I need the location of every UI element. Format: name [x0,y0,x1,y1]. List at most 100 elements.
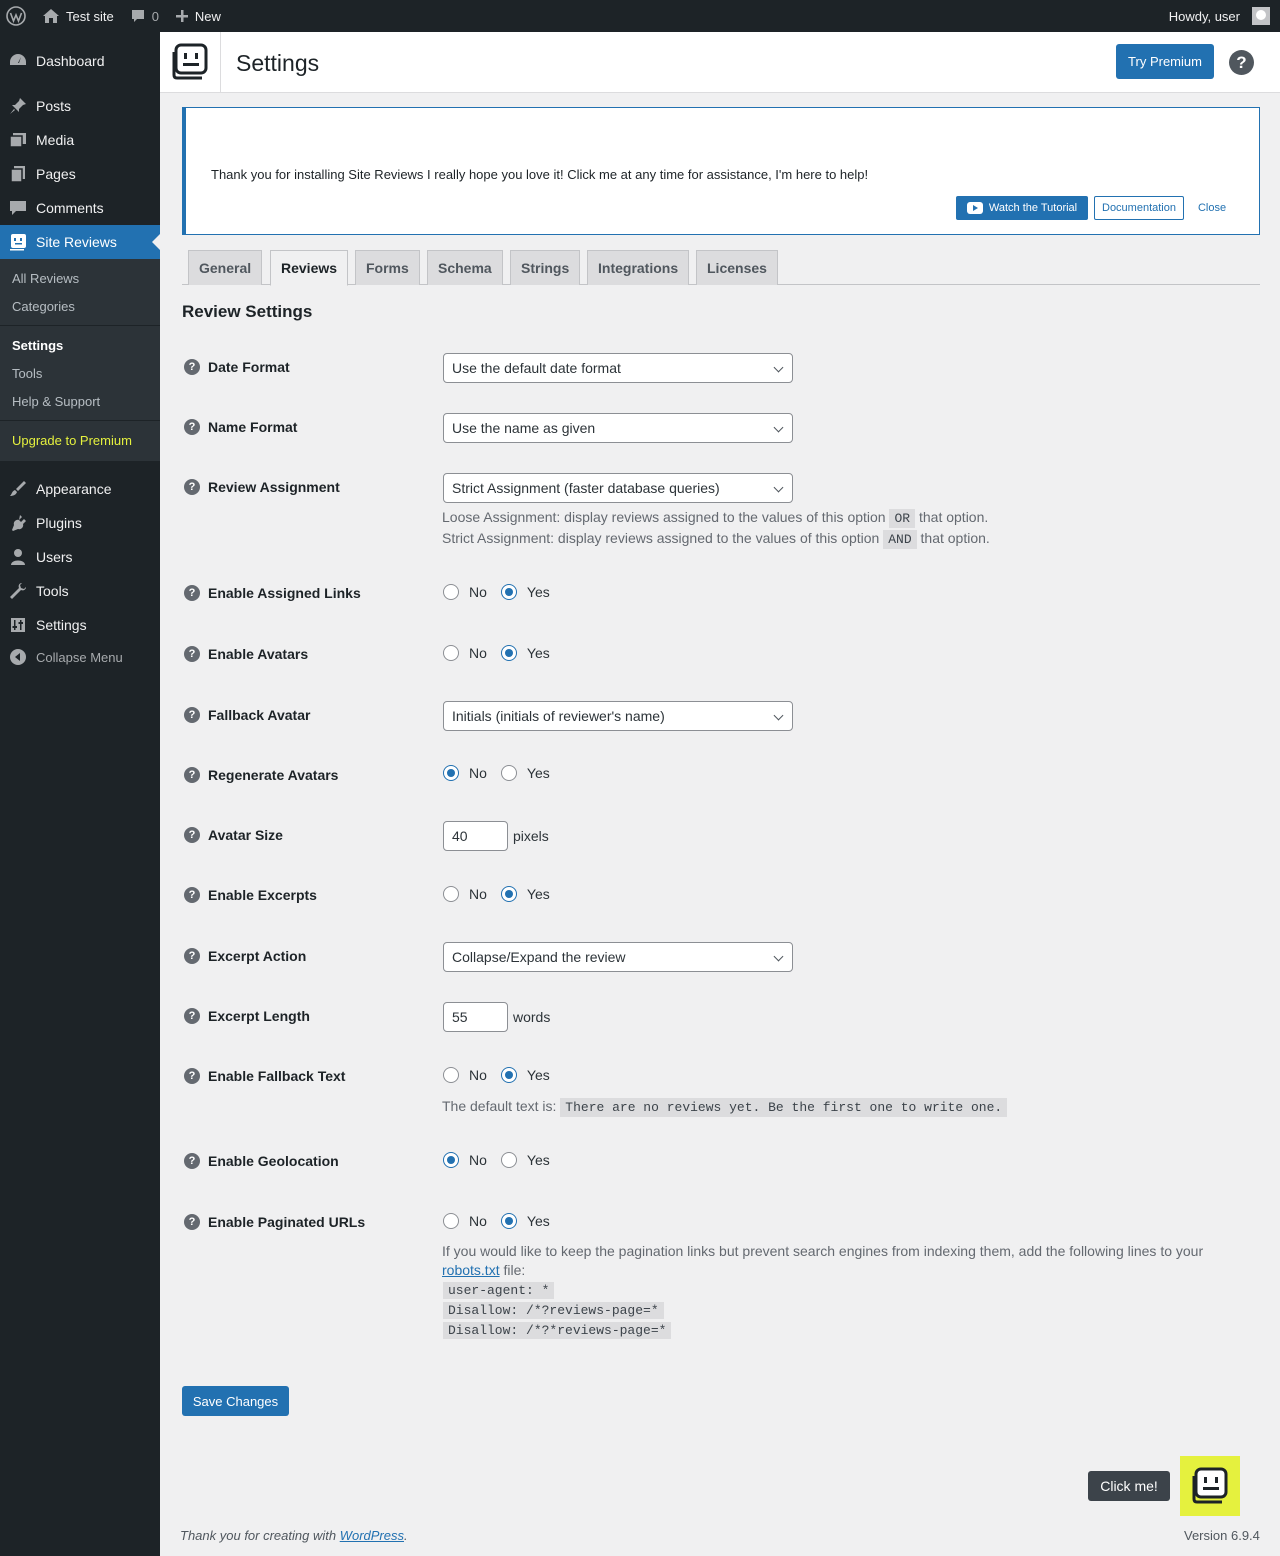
avatar-size-unit: pixels [513,828,549,844]
tab-schema[interactable]: Schema [427,250,503,285]
helper-button[interactable] [1180,1456,1240,1516]
regenerate-avatars-radio-group: No Yes [443,765,564,781]
sidebar-item-media[interactable]: Media [0,123,160,157]
help-circle-icon[interactable]: ? [184,419,200,435]
submenu-all-reviews[interactable]: All Reviews [12,271,79,286]
excerpt-length-input[interactable]: 55 [443,1002,508,1032]
name-format-select[interactable]: Use the name as given [443,413,793,443]
tab-licenses[interactable]: Licenses [696,250,778,285]
home-icon [43,9,59,23]
sidebar-item-label: Settings [36,617,87,633]
field-label: Name Format [208,419,298,435]
click-me-tooltip[interactable]: Click me! [1088,1471,1170,1501]
user-icon [0,547,36,567]
help-circle-icon[interactable]: ? [184,707,200,723]
radio-no[interactable] [443,886,459,902]
sidebar-item-posts[interactable]: Posts [0,89,160,123]
youtube-icon [966,202,983,214]
sidebar-item-tools[interactable]: Tools [0,574,160,608]
radio-label-no: No [469,1067,487,1083]
excerpts-label: ? Enable Excerpts [184,887,317,903]
tab-integrations[interactable]: Integrations [587,250,690,285]
radio-no[interactable] [443,765,459,781]
help-circle-icon[interactable]: ? [184,585,200,601]
save-changes-button[interactable]: Save Changes [182,1386,289,1416]
new-content-link[interactable]: New [167,0,229,32]
radio-no[interactable] [443,645,459,661]
wordpress-link[interactable]: WordPress [340,1528,404,1543]
fallback-avatar-select[interactable]: Initials (initials of reviewer's name) [443,701,793,731]
robots-txt-link[interactable]: robots.txt [442,1262,500,1278]
submenu-upgrade[interactable]: Upgrade to Premium [12,433,132,448]
radio-no[interactable] [443,1067,459,1083]
comments-link[interactable]: 0 [122,0,167,32]
date-format-select[interactable]: Use the default date format [443,353,793,383]
account-menu[interactable]: Howdy, user [1161,0,1280,32]
site-reviews-icon [0,232,36,252]
radio-yes[interactable] [500,1213,517,1229]
radio-label-yes: Yes [526,1067,550,1083]
collapse-menu-button[interactable]: Collapse Menu [0,640,160,674]
radio-label-no: No [469,584,487,600]
help-circle-icon[interactable]: ? [184,1068,200,1084]
help-circle-icon[interactable]: ? [184,359,200,375]
sidebar-item-plugins[interactable]: Plugins [0,506,160,540]
submenu-help-support[interactable]: Help & Support [12,394,100,409]
help-circle-icon[interactable]: ? [184,887,200,903]
radio-yes[interactable] [500,584,517,600]
avatar-size-input[interactable]: 40 [443,821,508,851]
sidebar-item-pages[interactable]: Pages [0,157,160,191]
radio-no[interactable] [443,1152,459,1168]
submenu-settings[interactable]: Settings [12,338,63,353]
fallback-text-label: ? Enable Fallback Text [184,1068,345,1084]
review-assignment-select[interactable]: Strict Assignment (faster database queri… [443,473,793,503]
submenu-categories[interactable]: Categories [12,299,75,314]
sidebar-item-site-reviews[interactable]: Site Reviews [0,225,160,259]
desc-text: The default text is: [442,1098,557,1114]
tab-general[interactable]: General [188,250,263,285]
wrench-icon [0,581,36,601]
radio-yes[interactable] [500,645,517,661]
wordpress-logo-icon[interactable] [0,0,34,32]
tab-reviews[interactable]: Reviews [270,250,349,286]
field-label: Enable Geolocation [208,1153,339,1169]
help-circle-icon[interactable]: ? [184,1153,200,1169]
excerpt-action-select[interactable]: Collapse/Expand the review [443,942,793,972]
help-circle-icon[interactable]: ? [184,1008,200,1024]
sidebar-item-dashboard[interactable]: Dashboard [0,44,160,78]
close-notice-button[interactable]: Close [1190,196,1234,220]
documentation-button[interactable]: Documentation [1094,196,1184,220]
footer-text: Thank you for creating with [180,1528,337,1543]
sidebar-item-users[interactable]: Users [0,540,160,574]
sidebar-item-comments[interactable]: Comments [0,191,160,225]
try-premium-button[interactable]: Try Premium [1116,44,1214,79]
radio-yes[interactable] [500,765,517,781]
radio-no[interactable] [443,1213,459,1229]
radio-yes[interactable] [500,1152,517,1168]
radio-yes[interactable] [500,886,517,902]
help-circle-icon[interactable]: ? [184,646,200,662]
tab-strings[interactable]: Strings [510,250,581,285]
help-circle-icon[interactable]: ? [184,1214,200,1230]
site-name-link[interactable]: Test site [34,0,122,32]
notice-message: Thank you for installing Site Reviews I … [211,167,869,182]
help-circle-icon[interactable]: ? [184,479,200,495]
radio-yes[interactable] [500,1067,517,1083]
sidebar-item-appearance[interactable]: Appearance [0,472,160,506]
desc-code: There are no reviews yet. Be the first o… [560,1098,1008,1117]
dashboard-icon [0,51,36,71]
submenu-tools[interactable]: Tools [12,366,42,381]
desc-text: If you would like to keep the pagination… [442,1243,1204,1259]
excerpt-length-label: ? Excerpt Length [184,1008,310,1024]
sidebar-item-settings[interactable]: Settings [0,608,160,642]
help-circle-icon[interactable]: ? [184,767,200,783]
robots-code-line: Disallow: /*?*reviews-page=* [443,1322,672,1339]
help-icon[interactable]: ? [1229,50,1254,75]
watch-tutorial-label: Watch the Tutorial [988,202,1078,214]
watch-tutorial-button[interactable]: Watch the Tutorial [956,196,1088,220]
help-circle-icon[interactable]: ? [184,948,200,964]
radio-no[interactable] [443,584,459,600]
help-circle-icon[interactable]: ? [184,827,200,843]
radio-label-yes: Yes [526,886,550,902]
tab-forms[interactable]: Forms [355,250,420,285]
